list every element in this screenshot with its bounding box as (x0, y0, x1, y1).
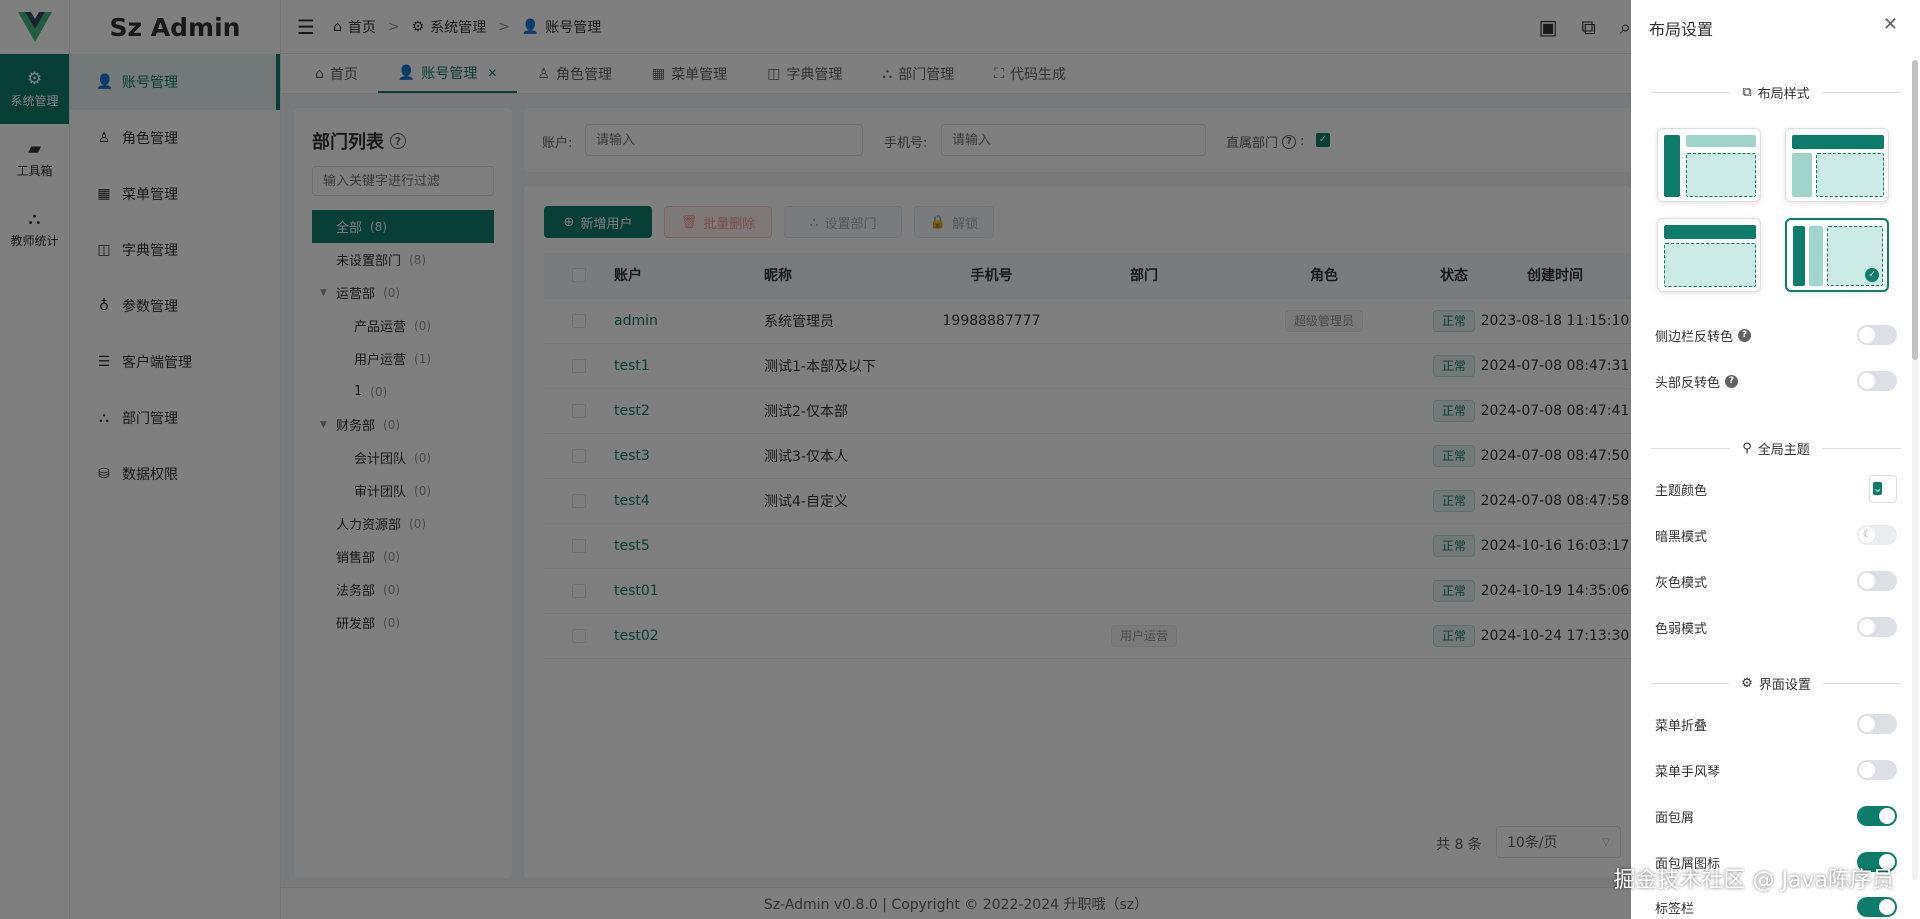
drawer-title: 布局设置 (1649, 20, 1714, 39)
setting-accordion: 菜单手风琴 (1655, 758, 1897, 782)
gray-mode-switch[interactable] (1857, 571, 1897, 591)
setting-label: 头部反转色 (1655, 375, 1721, 391)
setting-dark-mode: 暗黑模式 (1655, 523, 1897, 547)
setting-label: 灰色模式 (1655, 575, 1708, 591)
setting-weak-mode: 色弱模式 (1655, 615, 1897, 639)
setting-label: 主题颜色 (1655, 483, 1708, 499)
setting-label: 标签栏 (1655, 901, 1695, 917)
header-invert-switch[interactable] (1857, 371, 1897, 391)
dark-mode-switch[interactable] (1857, 525, 1897, 545)
help-icon[interactable]: ? (1738, 328, 1752, 342)
layout-style-icon: ⧉ (1742, 84, 1752, 100)
chevron-down-icon: ⌄ (1873, 482, 1883, 495)
setting-gray-mode: 灰色模式 (1655, 569, 1897, 593)
sidebar-invert-switch[interactable] (1857, 325, 1897, 345)
gear-icon: ⚙ (1741, 675, 1753, 691)
section-divider-ui: ⚙ 界面设置 (1651, 675, 1902, 693)
drawer-scrollbar-thumb[interactable] (1912, 60, 1918, 360)
setting-sidebar-invert: 侧边栏反转色? (1655, 323, 1897, 347)
setting-label: 菜单折叠 (1655, 718, 1708, 734)
setting-tabs: 标签栏 (1655, 895, 1897, 919)
theme-icon: ⚲ (1742, 440, 1752, 456)
setting-theme-color: 主题颜色 ⌄ (1655, 475, 1897, 503)
setting-label: 菜单手风琴 (1655, 764, 1721, 780)
setting-collapse: 菜单折叠 (1655, 712, 1897, 736)
section-title: 界面设置 (1758, 677, 1811, 693)
accordion-switch[interactable] (1857, 760, 1897, 780)
setting-label: 面包屑 (1655, 810, 1695, 826)
layout-option-vertical[interactable] (1657, 128, 1761, 202)
check-icon: ✓ (1865, 268, 1879, 282)
layout-option-horizontal[interactable] (1657, 218, 1761, 292)
layout-settings-drawer: 布局设置 ✕ ⧉ 布局样式 ✓ 侧边栏反转色? 头部反转色? ⚲ 全局主题 主题颜色… (1631, 0, 1920, 919)
section-divider-theme: ⚲ 全局主题 (1651, 440, 1902, 458)
theme-color-picker[interactable]: ⌄ (1869, 475, 1897, 503)
section-title: 布局样式 (1757, 86, 1810, 102)
tabs-switch[interactable] (1857, 897, 1897, 917)
setting-label: 色弱模式 (1655, 621, 1708, 637)
setting-label: 侧边栏反转色 (1655, 329, 1734, 345)
setting-breadcrumb: 面包屑 (1655, 804, 1897, 828)
setting-label: 暗黑模式 (1655, 529, 1708, 545)
layout-option-columns[interactable]: ✓ (1785, 218, 1889, 292)
breadcrumb-switch[interactable] (1857, 806, 1897, 826)
layout-option-classic[interactable] (1785, 128, 1889, 202)
watermark-text: 掘金技术社区 @ Java陈序员 (1613, 868, 1894, 893)
section-title: 全局主题 (1757, 442, 1810, 458)
help-icon[interactable]: ? (1725, 374, 1739, 388)
collapse-switch[interactable] (1857, 714, 1897, 734)
close-icon[interactable]: ✕ (1883, 14, 1898, 35)
setting-header-invert: 头部反转色? (1655, 369, 1897, 393)
weak-mode-switch[interactable] (1857, 617, 1897, 637)
section-divider-layout: ⧉ 布局样式 (1651, 84, 1901, 102)
